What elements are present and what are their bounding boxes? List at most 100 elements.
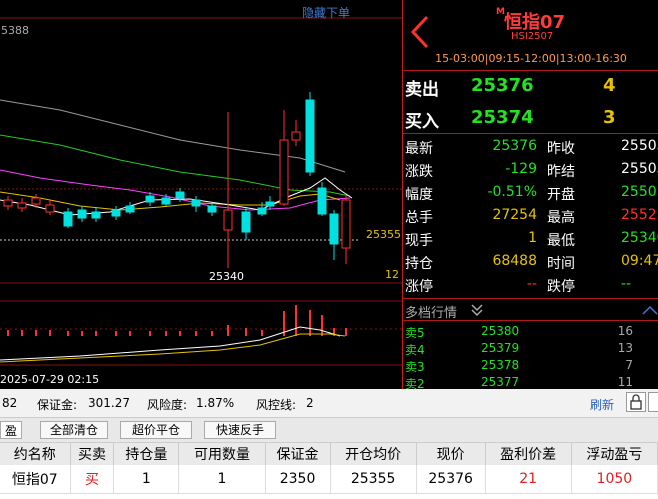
- candle-body: [31, 197, 41, 205]
- column-header[interactable]: 持仓量: [113, 443, 180, 465]
- quote-panel: M 恒指07 HSI2507 15-03:00|09:15-12:00|13:0…: [402, 0, 658, 391]
- table-cell: 恒指07: [0, 465, 71, 494]
- candle-body: [207, 205, 217, 213]
- close-all-button[interactable]: 全部清仓: [40, 421, 108, 439]
- tab-positions[interactable]: 盈: [0, 421, 22, 439]
- sell-row[interactable]: 卖出 25376 4: [403, 73, 658, 101]
- column-header[interactable]: 约名称: [0, 443, 71, 465]
- refresh-button[interactable]: 刷新: [590, 396, 614, 413]
- depth-label: 卖4: [405, 343, 425, 357]
- depth-qty: 13: [617, 341, 633, 355]
- chart-canvas: [0, 17, 402, 366]
- candle-body: [257, 207, 267, 215]
- depth-price: 25378: [481, 358, 520, 372]
- candle-body: [77, 209, 87, 219]
- quote-row: 幅度 -0.51% 开盘 25501: [403, 182, 658, 205]
- candle-body: [329, 213, 339, 245]
- column-header[interactable]: 现价: [416, 443, 486, 465]
- depth-row[interactable]: 卖4 25379 13: [403, 340, 658, 358]
- table-cell: 21: [485, 465, 572, 494]
- quote-label: 现手: [405, 233, 433, 249]
- quote-label: 最新: [405, 141, 433, 157]
- column-header[interactable]: 买卖: [70, 443, 115, 465]
- quote-row: 总手 27254 最高 25523: [403, 205, 658, 228]
- candle-body: [175, 191, 185, 199]
- quote-value: 25505: [621, 138, 658, 154]
- quote-label: 昨结: [547, 164, 575, 180]
- margin-label: 保证金:: [37, 398, 78, 412]
- last-price-label: 25355: [366, 228, 401, 241]
- quote-label: 涨跌: [405, 164, 433, 180]
- column-header[interactable]: 盈利价差: [485, 443, 572, 465]
- candle-body: [265, 201, 275, 207]
- divider: [403, 320, 658, 321]
- column-header[interactable]: 保证金: [265, 443, 331, 465]
- candlestick-chart[interactable]: 隐藏下单 5388 25340 25355 12 2025-07-29 02:1…: [0, 0, 402, 389]
- risk-value: 1.87%: [196, 396, 235, 410]
- buy-qty: 3: [603, 107, 616, 128]
- riskctrl-value: 2: [306, 396, 314, 410]
- margin-value: 301.27: [88, 396, 130, 410]
- quote-label: 持仓: [405, 256, 433, 272]
- depth-row[interactable]: 卖5 25380 16: [403, 323, 658, 341]
- chevron-left-icon[interactable]: [407, 14, 433, 50]
- quote-value: 1: [528, 230, 537, 246]
- quote-label: 开盘: [547, 187, 575, 203]
- top-price-label: 5388: [1, 24, 29, 37]
- double-chevron-down-icon[interactable]: [470, 303, 484, 317]
- quote-value: 27254: [492, 207, 537, 223]
- quote-row: 涨停 -- 跌停 --: [403, 274, 658, 297]
- chevron-up-icon[interactable]: [641, 304, 658, 316]
- depth-price: 25377: [481, 375, 520, 389]
- quote-value: -129: [505, 161, 537, 177]
- candle-body: [291, 131, 301, 141]
- buy-price: 25374: [471, 107, 534, 128]
- candle-body: [63, 211, 73, 227]
- quote-value: 68488: [492, 253, 537, 269]
- quote-value: -0.51%: [487, 184, 537, 200]
- hide-order-link[interactable]: 隐藏下单: [302, 4, 350, 21]
- depth-row[interactable]: 卖3 25378 7: [403, 357, 658, 375]
- table-cell: 1: [178, 465, 266, 494]
- quote-label: 总手: [405, 210, 433, 226]
- depth-price: 25379: [481, 341, 520, 355]
- action-bar: 盈 全部清仓 超价平仓 快速反手: [0, 417, 658, 443]
- candle-body: [91, 211, 101, 219]
- fast-reverse-button[interactable]: 快速反手: [204, 421, 276, 439]
- equity-value: 82: [2, 396, 18, 410]
- quote-value: 25501: [621, 184, 658, 200]
- table-cell: 25376: [416, 465, 486, 494]
- candle-body: [341, 199, 351, 249]
- super-close-button[interactable]: 超价平仓: [120, 421, 192, 439]
- quote-label: 最高: [547, 210, 575, 226]
- candle-body: [161, 197, 171, 205]
- column-header[interactable]: 浮动盈亏: [571, 443, 658, 465]
- column-header[interactable]: 开仓均价: [330, 443, 417, 465]
- depth-qty: 11: [617, 375, 633, 389]
- candle-body: [317, 187, 327, 215]
- ma-line: [0, 134, 351, 197]
- sell-label: 卖出: [405, 80, 439, 100]
- risk-label: 风险度:: [147, 398, 188, 412]
- column-header[interactable]: 可用数量: [178, 443, 266, 465]
- quote-row: 最新 25376 昨收 25505: [403, 136, 658, 159]
- sell-price: 25376: [471, 75, 534, 96]
- account-bar: 82 保证金: 301.27 风险度: 1.87% 风控线: 2 刷新: [0, 389, 658, 417]
- quote-label: 涨停: [405, 279, 433, 295]
- quote-value: 09:47:48: [621, 253, 658, 269]
- candle-body: [191, 199, 201, 207]
- lock-icon[interactable]: [626, 392, 646, 412]
- sell-qty: 4: [603, 75, 616, 96]
- riskctrl-label: 风控线:: [256, 398, 297, 412]
- table-row[interactable]: 恒指07 买 1 1 2350 25355 25376 21 1050: [0, 465, 658, 494]
- quote-label: 最低: [547, 233, 575, 249]
- quote-value: --: [526, 276, 537, 292]
- low-price-label: 25340: [209, 270, 244, 283]
- cursor-date-label: 2025-07-29 02:15: [0, 373, 100, 386]
- symbol-code: HSI2507: [511, 31, 554, 42]
- candle-body: [45, 204, 55, 213]
- panel-toggle-icon[interactable]: [648, 392, 658, 412]
- buy-row[interactable]: 买入 25374 3: [403, 105, 658, 133]
- table-cell: 25355: [330, 465, 417, 494]
- depth-title[interactable]: 多档行情: [405, 302, 457, 321]
